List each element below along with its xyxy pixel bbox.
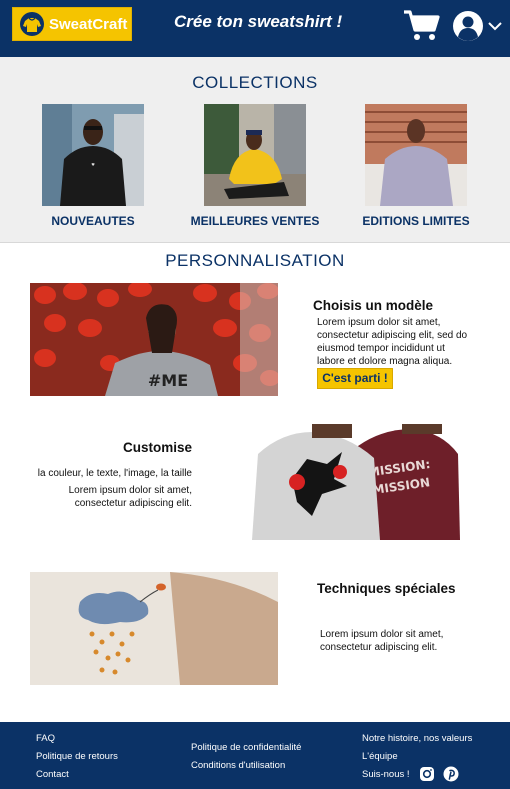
collection-meilleures-ventes[interactable] [204, 104, 306, 206]
logo-text: SweatCraft [49, 15, 128, 33]
embroidered-sweater-photo [30, 572, 278, 685]
collection-nouveautes[interactable]: ♥ [42, 104, 144, 206]
lilac-sweater-model-photo [365, 104, 467, 206]
block-title-customise: Customise [122, 440, 192, 455]
footer-link-faq[interactable]: FAQ [36, 733, 55, 744]
footer-follow-label: Suis-nous ! [362, 769, 410, 780]
collection-label-meilleures-ventes[interactable]: MEILLEURES VENTES [175, 214, 335, 228]
block-subtitle-customise: la couleur, le texte, l'image, la taille [37, 468, 192, 479]
collections-section: COLLECTIONS ♥ NOUVEAUTES MEILLEURES VENT… [0, 57, 510, 243]
logo[interactable]: SweatCraft [12, 7, 132, 41]
yellow-sweater-model-photo [204, 104, 306, 206]
site-footer: FAQ Politique de retours Contact Politiq… [0, 722, 510, 789]
footer-link-terms[interactable]: Conditions d'utilisation [191, 760, 285, 771]
footer-link-returns[interactable]: Politique de retours [36, 751, 118, 762]
custom-sweatshirts-photo: MISSION: MISSION [252, 424, 460, 540]
model-lanterns-photo: #ME [30, 283, 278, 396]
cart-icon[interactable] [402, 8, 440, 42]
hoodie-model-photo: ♥ [42, 104, 144, 206]
block-text-customise: Lorem ipsum dolor sit amet, consectetur … [68, 485, 192, 509]
footer-link-story[interactable]: Notre histoire, nos valeurs [362, 733, 472, 744]
sweatshirt-logo-icon [20, 12, 44, 36]
footer-link-team[interactable]: L'équipe [362, 751, 398, 762]
svg-text:#ME: #ME [148, 371, 188, 390]
cest-parti-button[interactable]: C'est parti ! [317, 368, 393, 389]
chevron-down-icon[interactable] [487, 20, 503, 32]
block-text-techniques: Lorem ipsum dolor sit amet, consectetur … [320, 629, 444, 653]
pinterest-icon[interactable] [443, 766, 459, 782]
collection-editions-limites[interactable] [365, 104, 467, 206]
svg-text:♥: ♥ [91, 162, 95, 167]
footer-link-privacy[interactable]: Politique de confidentialité [191, 742, 301, 753]
collection-label-nouveautes[interactable]: NOUVEAUTES [13, 214, 173, 228]
personnalisation-title: PERSONNALISATION [165, 251, 345, 270]
tagline: Crée ton sweatshirt ! [174, 12, 343, 31]
site-header: SweatCraft Crée ton sweatshirt ! [0, 0, 510, 57]
instagram-icon[interactable] [419, 766, 435, 782]
block-title-techniques: Techniques spéciales [317, 581, 456, 596]
footer-link-contact[interactable]: Contact [36, 769, 69, 780]
collections-title: COLLECTIONS [192, 73, 318, 92]
block-text-choisis: Lorem ipsum dolor sit amet, consectetur … [317, 317, 468, 367]
collection-label-editions-limites[interactable]: EDITIONS LIMITES [336, 214, 496, 228]
user-icon[interactable] [452, 10, 484, 42]
block-title-choisis: Choisis un modèle [313, 298, 434, 313]
